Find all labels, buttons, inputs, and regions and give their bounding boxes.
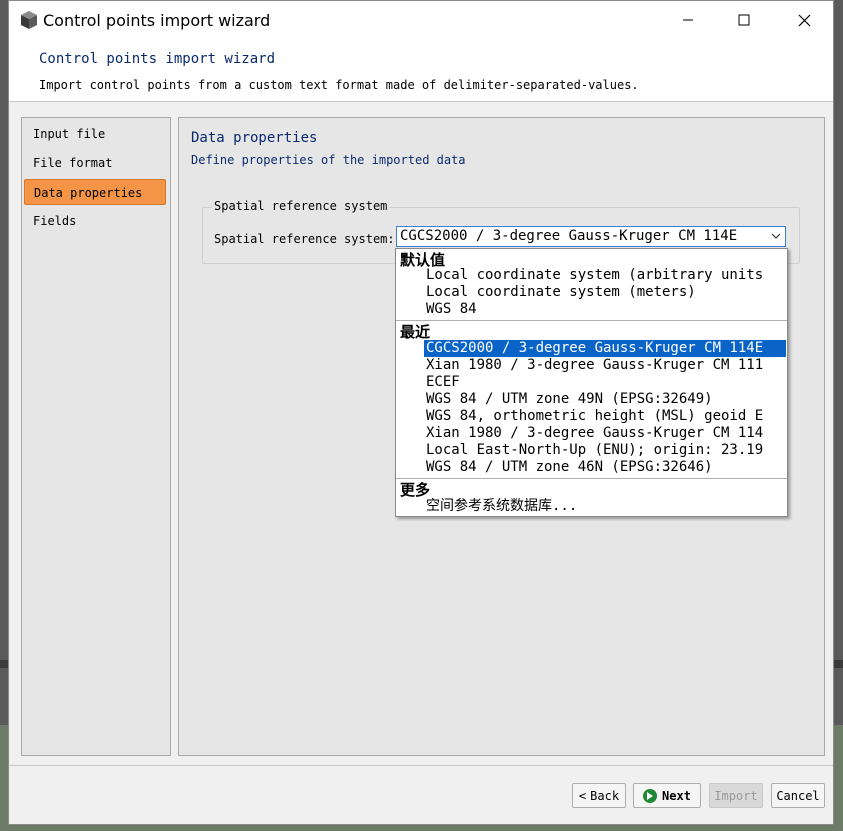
dropdown-item[interactable]: WGS 84, orthometric height (MSL) geoid E	[426, 408, 786, 425]
next-button-label: Next	[662, 788, 691, 803]
back-button-label: Back	[590, 788, 620, 803]
title-bar: Control points import wizard	[9, 1, 833, 41]
minimize-button[interactable]	[665, 1, 711, 39]
next-arrow-icon	[643, 788, 658, 803]
dropdown-separator	[396, 478, 787, 479]
sidebar-item-data-properties[interactable]: Data properties	[24, 179, 166, 205]
dropdown-item[interactable]: WGS 84	[426, 301, 786, 318]
dropdown-item-selected[interactable]: CGCS2000 / 3-degree Gauss-Kruger CM 114E	[424, 340, 786, 357]
back-button[interactable]: < Back	[572, 783, 626, 808]
srs-group-title: Spatial reference system	[212, 199, 390, 213]
import-button[interactable]: Import	[709, 783, 763, 808]
back-arrow-icon: <	[578, 788, 587, 803]
header-title: Control points import wizard	[39, 51, 276, 67]
sidebar-item-input-file[interactable]: Input file	[24, 121, 166, 147]
dropdown-item[interactable]: ECEF	[426, 374, 786, 391]
footer-separator	[9, 765, 833, 766]
close-icon	[798, 14, 810, 26]
dropdown-separator	[396, 320, 787, 321]
dropdown-item-srs-database[interactable]: 空间参考系统数据库...	[426, 498, 786, 515]
close-button[interactable]	[781, 1, 827, 39]
app-cube-icon	[21, 11, 37, 29]
dropdown-item[interactable]: WGS 84 / UTM zone 49N (EPSG:32649)	[426, 391, 786, 408]
sidebar-item-fields[interactable]: Fields	[24, 208, 166, 234]
srs-combobox[interactable]: CGCS2000 / 3-degree Gauss-Kruger CM 114E	[396, 226, 786, 247]
srs-combobox-value: CGCS2000 / 3-degree Gauss-Kruger CM 114E	[400, 228, 738, 244]
dropdown-item[interactable]: Local coordinate system (arbitrary units	[426, 267, 786, 284]
srs-label: Spatial reference system:	[214, 232, 395, 246]
chevron-down-icon	[771, 233, 781, 239]
page-title: Data properties	[191, 130, 318, 146]
page-subtitle: Define properties of the imported data	[191, 153, 466, 167]
dropdown-item[interactable]: Xian 1980 / 3-degree Gauss-Kruger CM 114	[426, 425, 786, 442]
dropdown-item[interactable]: Xian 1980 / 3-degree Gauss-Kruger CM 111	[426, 357, 786, 374]
minimize-icon	[683, 19, 693, 21]
maximize-button[interactable]	[721, 1, 767, 39]
cancel-button[interactable]: Cancel	[771, 783, 825, 808]
wizard-header: Control points import wizard Import cont…	[9, 41, 833, 102]
dropdown-item[interactable]: WGS 84 / UTM zone 46N (EPSG:32646)	[426, 459, 786, 476]
maximize-icon	[738, 14, 750, 26]
next-button[interactable]: Next	[633, 783, 701, 808]
dropdown-section-more: 更多	[400, 481, 431, 499]
dropdown-section-recent: 最近	[400, 323, 431, 341]
dropdown-item[interactable]: Local East-North-Up (ENU); origin: 23.19	[426, 442, 786, 459]
header-subtitle: Import control points from a custom text…	[39, 78, 639, 92]
srs-dropdown-list[interactable]: 默认值 Local coordinate system (arbitrary u…	[395, 248, 788, 517]
wizard-steps-sidebar: Input file File format Data properties F…	[21, 117, 171, 756]
sidebar-item-file-format[interactable]: File format	[24, 150, 166, 176]
dropdown-item[interactable]: Local coordinate system (meters)	[426, 284, 786, 301]
window-title: Control points import wizard	[43, 11, 271, 30]
